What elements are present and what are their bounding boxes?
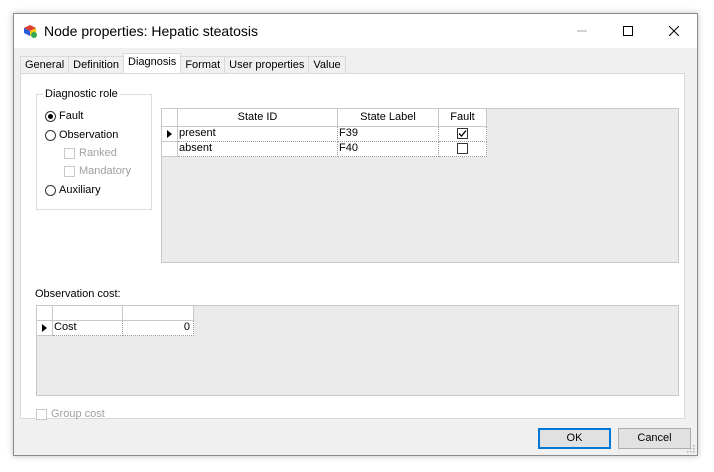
checkbox-ranked-label: Ranked bbox=[79, 147, 117, 159]
current-row-arrow-icon bbox=[42, 324, 47, 332]
tab-definition[interactable]: Definition bbox=[68, 56, 124, 73]
checkbox-ranked-box bbox=[64, 147, 75, 159]
header-cost-value[interactable] bbox=[123, 306, 194, 321]
tab-general[interactable]: General bbox=[20, 56, 70, 73]
fault-checkbox-checked[interactable] bbox=[457, 128, 468, 139]
radio-fault-button[interactable] bbox=[45, 110, 56, 122]
app-network-icon bbox=[24, 25, 37, 38]
window-title: Node properties: Hepatic steatosis bbox=[44, 23, 258, 39]
diagnostic-role-label: Diagnostic role bbox=[43, 88, 120, 100]
ok-button[interactable]: OK bbox=[538, 428, 611, 449]
row-selector-absent[interactable] bbox=[162, 142, 178, 157]
header-state-label[interactable]: State Label bbox=[338, 109, 439, 127]
current-row-arrow-icon bbox=[167, 130, 172, 138]
checkbox-mandatory-box bbox=[64, 165, 75, 177]
radio-auxiliary-label: Auxiliary bbox=[59, 184, 101, 196]
cell-state-id[interactable]: absent bbox=[178, 142, 338, 157]
cell-fault[interactable] bbox=[439, 142, 487, 157]
fault-checkbox-unchecked[interactable] bbox=[457, 143, 468, 154]
minimize-button[interactable] bbox=[559, 14, 605, 48]
diagnosis-panel: Diagnostic role Fault Observation Ranked… bbox=[20, 73, 685, 420]
diagnostic-role-group: Diagnostic role Fault Observation Ranked… bbox=[36, 88, 152, 210]
cancel-button[interactable]: Cancel bbox=[618, 428, 691, 449]
group-cost-box bbox=[36, 408, 47, 420]
checkbox-ranked: Ranked bbox=[64, 147, 117, 159]
grid-corner bbox=[162, 109, 178, 127]
close-icon bbox=[669, 26, 679, 36]
radio-observation-button[interactable] bbox=[45, 129, 56, 141]
tab-format[interactable]: Format bbox=[180, 56, 226, 73]
group-cost-label: Group cost bbox=[51, 408, 105, 420]
grid-corner bbox=[37, 306, 53, 321]
group-cost-checkbox: Group cost bbox=[36, 408, 105, 420]
checkbox-mandatory: Mandatory bbox=[64, 165, 131, 177]
cell-cost-name[interactable]: Cost bbox=[53, 321, 123, 336]
minimize-icon bbox=[577, 30, 587, 32]
cell-cost-value[interactable]: 0 bbox=[123, 321, 194, 336]
resize-grip-icon[interactable] bbox=[687, 445, 695, 453]
cell-state-label[interactable]: F39 bbox=[338, 127, 439, 142]
radio-observation-label: Observation bbox=[59, 129, 119, 141]
tab-value[interactable]: Value bbox=[308, 56, 346, 73]
tab-user-properties[interactable]: User properties bbox=[224, 56, 310, 73]
tab-strip: General Definition Diagnosis Format User… bbox=[20, 53, 346, 74]
tab-diagnosis[interactable]: Diagnosis bbox=[123, 53, 182, 73]
radio-fault-label: Fault bbox=[59, 110, 84, 122]
maximize-button[interactable] bbox=[605, 14, 651, 48]
checkbox-mandatory-label: Mandatory bbox=[79, 165, 131, 177]
observation-cost-grid[interactable]: Cost 0 bbox=[36, 305, 679, 396]
header-state-id[interactable]: State ID bbox=[178, 109, 338, 127]
header-fault[interactable]: Fault bbox=[439, 109, 487, 127]
radio-observation[interactable]: Observation bbox=[45, 129, 118, 141]
observation-cost-label: Observation cost: bbox=[35, 288, 121, 300]
cell-state-id[interactable]: present bbox=[178, 127, 338, 142]
radio-auxiliary[interactable]: Auxiliary bbox=[45, 184, 101, 196]
close-button[interactable] bbox=[651, 14, 697, 48]
title-bar: Node properties: Hepatic steatosis bbox=[14, 14, 697, 48]
states-grid[interactable]: State ID State Label Fault present F39 a… bbox=[161, 108, 679, 263]
header-cost-name[interactable] bbox=[53, 306, 123, 321]
cell-fault[interactable] bbox=[439, 127, 487, 142]
maximize-icon bbox=[623, 26, 633, 36]
checkmark-icon bbox=[458, 130, 467, 137]
row-selector-cost[interactable] bbox=[37, 321, 53, 336]
radio-fault[interactable]: Fault bbox=[45, 110, 83, 122]
node-properties-dialog: Node properties: Hepatic steatosis Gener… bbox=[13, 13, 698, 456]
cell-state-label[interactable]: F40 bbox=[338, 142, 439, 157]
row-selector-present[interactable] bbox=[162, 127, 178, 142]
radio-auxiliary-button[interactable] bbox=[45, 184, 56, 196]
